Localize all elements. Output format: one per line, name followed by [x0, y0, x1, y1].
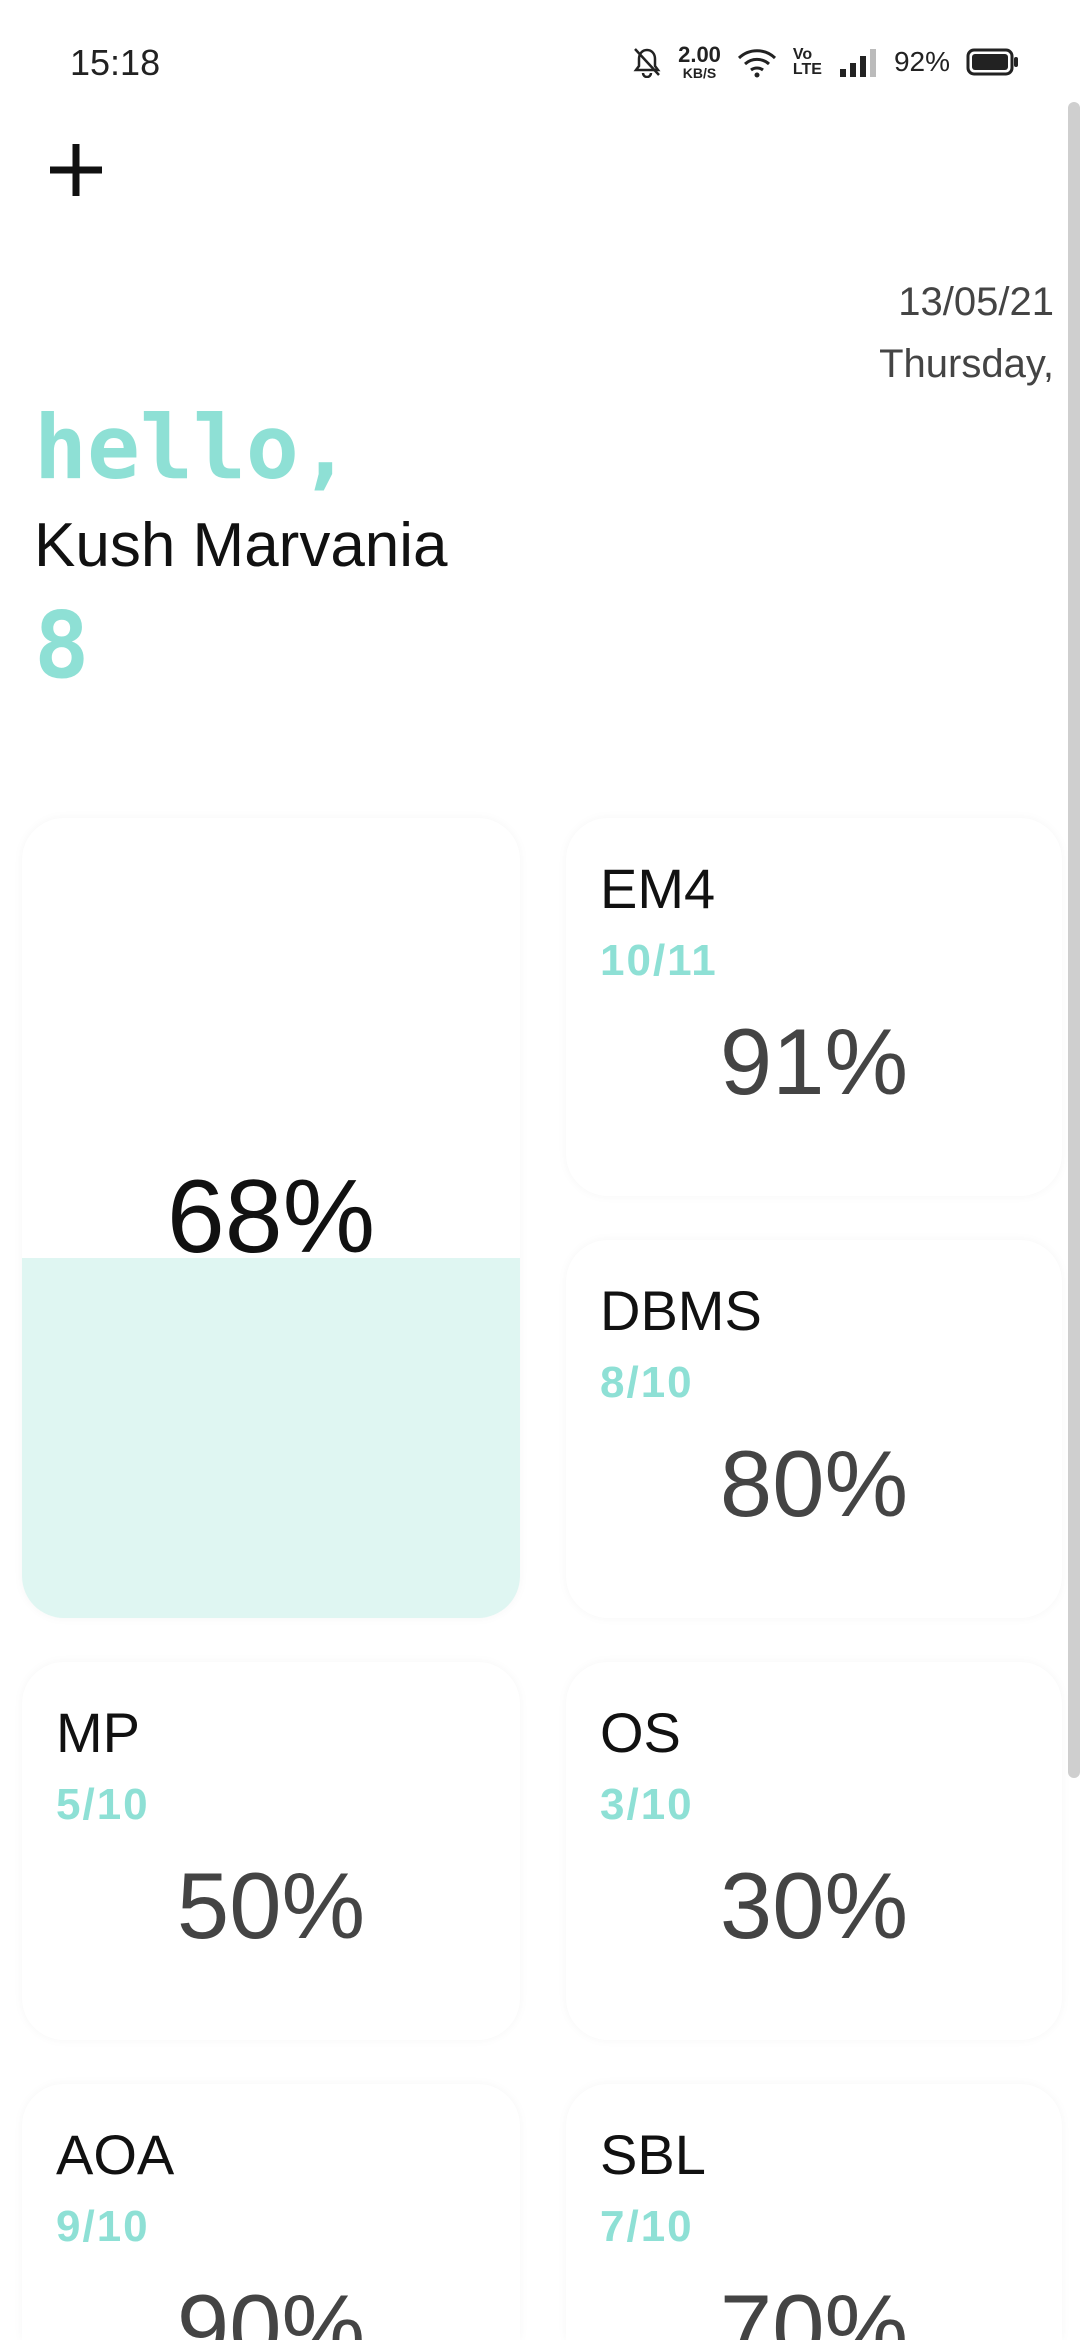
subject-card[interactable]: AOA 9/10 90% [22, 2084, 520, 2340]
subject-ratio: 5/10 [56, 1780, 150, 1829]
subject-card[interactable]: OS 3/10 30% [566, 1662, 1062, 2040]
subject-ratio: 9/10 [56, 2202, 150, 2251]
plus-icon [50, 144, 102, 196]
bell-off-icon [633, 48, 661, 78]
day-text: Thursday, [879, 342, 1054, 386]
subject-percent: 80% [719, 1431, 909, 1536]
subject-name: AOA [56, 2123, 175, 2186]
overall-attendance-card[interactable]: 68% [22, 818, 520, 1618]
volte-indicator: Vo LTE [792, 45, 822, 78]
subject-card[interactable]: DBMS 8/10 80% [566, 1240, 1062, 1618]
date-text: 13/05/21 [898, 280, 1054, 324]
subject-card[interactable]: EM4 10/11 91% [566, 818, 1062, 1196]
subject-ratio: 10/11 [600, 936, 718, 985]
subject-card[interactable]: SBL 7/10 70% [566, 2084, 1062, 2340]
subject-ratio: 8/10 [600, 1358, 694, 1407]
user-name: Kush Marvania [34, 511, 448, 580]
volte-bottom: LTE [792, 61, 822, 78]
subject-percent: 50% [176, 1853, 366, 1958]
overall-percent: 68% [166, 1159, 376, 1275]
subject-percent: 90% [176, 2275, 366, 2340]
volte-top: Vo [792, 45, 813, 63]
net-speed-unit: KB/S [682, 65, 717, 81]
subject-ratio: 3/10 [600, 1780, 694, 1829]
subject-percent: 91% [719, 1009, 909, 1114]
subject-name: SBL [600, 2123, 706, 2186]
subject-percent: 30% [719, 1853, 909, 1958]
status-icons: 2.00 KB/S Vo LTE 92% [632, 40, 1020, 84]
add-button[interactable] [44, 138, 108, 202]
net-speed: 2.00 KB/S [678, 42, 721, 81]
status-time: 15:18 [70, 42, 161, 83]
signal-icon [839, 49, 876, 77]
subject-count: 8 [34, 592, 90, 699]
battery-percent: 92% [893, 46, 950, 77]
scrollbar[interactable] [1068, 102, 1080, 1778]
subject-percent: 70% [719, 2275, 909, 2340]
subject-ratio: 7/10 [600, 2202, 694, 2251]
wifi-icon [737, 49, 776, 78]
net-speed-value: 2.00 [678, 42, 721, 67]
subject-name: DBMS [600, 1279, 762, 1342]
overall-fill-bar [22, 1258, 520, 1618]
greeting: hello, [34, 396, 352, 499]
battery-icon [966, 48, 1018, 76]
subject-name: OS [600, 1701, 681, 1764]
subject-card[interactable]: MP 5/10 50% [22, 1662, 520, 2040]
subject-name: EM4 [600, 857, 716, 920]
subject-name: MP [56, 1701, 140, 1764]
